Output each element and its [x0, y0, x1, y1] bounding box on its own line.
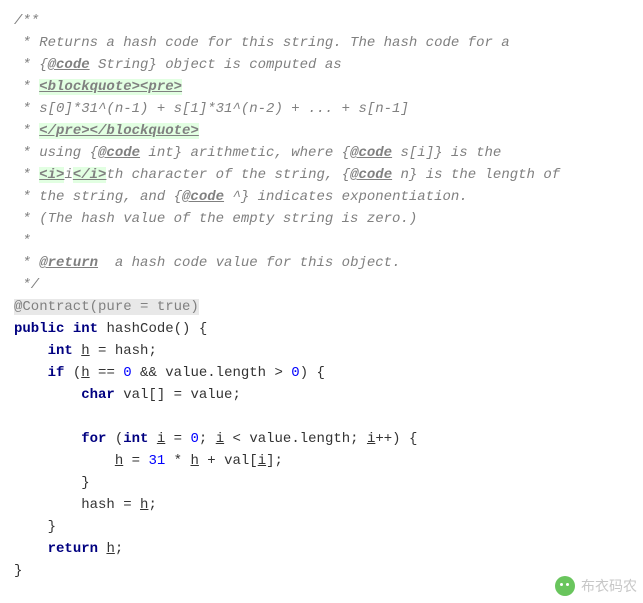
- code-line: h = 31 * h + val[i];: [14, 450, 629, 472]
- doc-line: * Returns a hash code for this string. T…: [14, 32, 629, 54]
- doc-line: * {@code String} object is computed as: [14, 54, 629, 76]
- code-line: }: [14, 560, 629, 582]
- code-line: char val[] = value;: [14, 384, 629, 406]
- doc-line: * using {@code int} arithmetic, where {@…: [14, 142, 629, 164]
- code-line: int h = hash;: [14, 340, 629, 362]
- doc-line: * </pre></blockquote>: [14, 120, 629, 142]
- code-line: hash = h;: [14, 494, 629, 516]
- watermark-text: 布衣码农: [581, 575, 637, 597]
- code-line: }: [14, 516, 629, 538]
- annotation-line: @Contract(pure = true): [14, 296, 629, 318]
- doc-line: * s[0]*31^(n-1) + s[1]*31^(n-2) + ... + …: [14, 98, 629, 120]
- wechat-icon: [555, 576, 575, 596]
- doc-line: * the string, and {@code ^} indicates ex…: [14, 186, 629, 208]
- doc-line: *: [14, 230, 629, 252]
- doc-close: */: [14, 274, 629, 296]
- blank-line: [14, 406, 629, 428]
- code-line: for (int i = 0; i < value.length; i++) {: [14, 428, 629, 450]
- contract-annotation: @Contract(pure = true): [14, 299, 199, 315]
- doc-line: * <blockquote><pre>: [14, 76, 629, 98]
- code-line: if (h == 0 && value.length > 0) {: [14, 362, 629, 384]
- doc-line: * (The hash value of the empty string is…: [14, 208, 629, 230]
- doc-line: * <i>i</i>th character of the string, {@…: [14, 164, 629, 186]
- code-line: return h;: [14, 538, 629, 560]
- method-signature: public int hashCode() {: [14, 318, 629, 340]
- code-line: }: [14, 472, 629, 494]
- doc-open: /**: [14, 10, 629, 32]
- doc-return: * @return a hash code value for this obj…: [14, 252, 629, 274]
- watermark: 布衣码农: [555, 575, 637, 597]
